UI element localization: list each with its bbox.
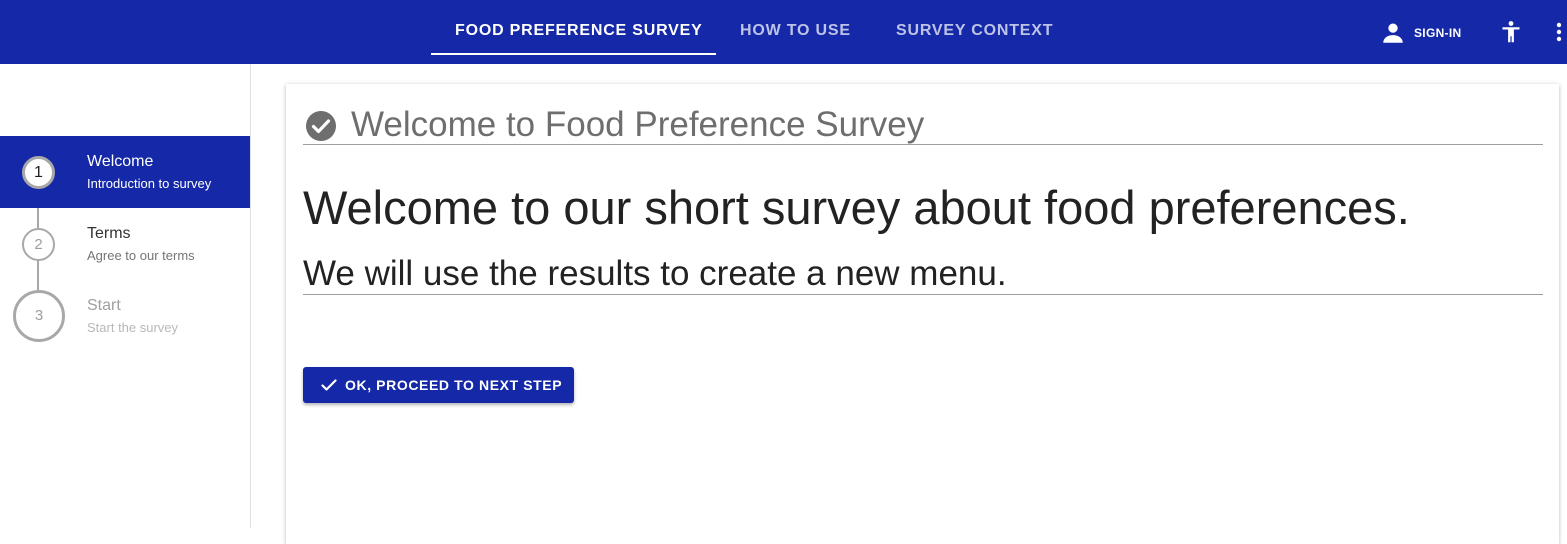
card-header: Welcome to Food Preference Survey [303, 102, 1543, 145]
tab-how-to-use[interactable]: HOW TO USE [740, 0, 851, 56]
tab-survey-context[interactable]: SURVEY CONTEXT [896, 0, 1053, 56]
more-options-button[interactable] [1551, 20, 1567, 44]
welcome-subheadline: We will use the results to create a new … [303, 254, 1007, 293]
step-number-badge: 1 [22, 156, 55, 189]
step-number-badge: 2 [22, 228, 55, 261]
accessibility-button[interactable] [1499, 20, 1523, 44]
top-app-bar: FOOD PREFERENCE SURVEY HOW TO USE SURVEY… [0, 0, 1567, 64]
person-icon [1383, 23, 1403, 43]
proceed-button-label: OK, PROCEED TO NEXT STEP [345, 377, 563, 393]
check-icon [321, 379, 337, 391]
accessibility-icon [1502, 21, 1520, 43]
step-title: Terms [87, 225, 131, 242]
step-title: Start [87, 297, 121, 314]
step-subtitle: Introduction to survey [87, 176, 212, 191]
active-tab-indicator [431, 53, 716, 55]
welcome-headline: Welcome to our short survey about food p… [303, 181, 1410, 234]
stepper-sidebar: 1 Welcome Introduction to survey 2 Terms… [0, 64, 251, 528]
step-number-badge: 3 [13, 290, 65, 342]
sign-in-label: SIGN-IN [1414, 26, 1462, 40]
step-terms[interactable]: 2 Terms Agree to our terms [0, 208, 250, 280]
step-title: Welcome [87, 153, 154, 170]
more-vert-icon [1556, 22, 1562, 42]
card-title: Welcome to Food Preference Survey [351, 105, 925, 144]
proceed-next-step-button[interactable]: OK, PROCEED TO NEXT STEP [303, 367, 574, 403]
step-start[interactable]: 3 Start Start the survey [0, 280, 250, 352]
divider [303, 294, 1543, 295]
welcome-card: Welcome to Food Preference Survey Welcom… [286, 84, 1559, 544]
tab-food-preference-survey[interactable]: FOOD PREFERENCE SURVEY [455, 0, 703, 56]
sign-in-button[interactable]: SIGN-IN [1380, 20, 1461, 46]
check-circle-icon [306, 111, 336, 141]
step-welcome[interactable]: 1 Welcome Introduction to survey [0, 136, 250, 208]
step-subtitle: Agree to our terms [87, 248, 195, 263]
step-subtitle: Start the survey [87, 320, 179, 335]
